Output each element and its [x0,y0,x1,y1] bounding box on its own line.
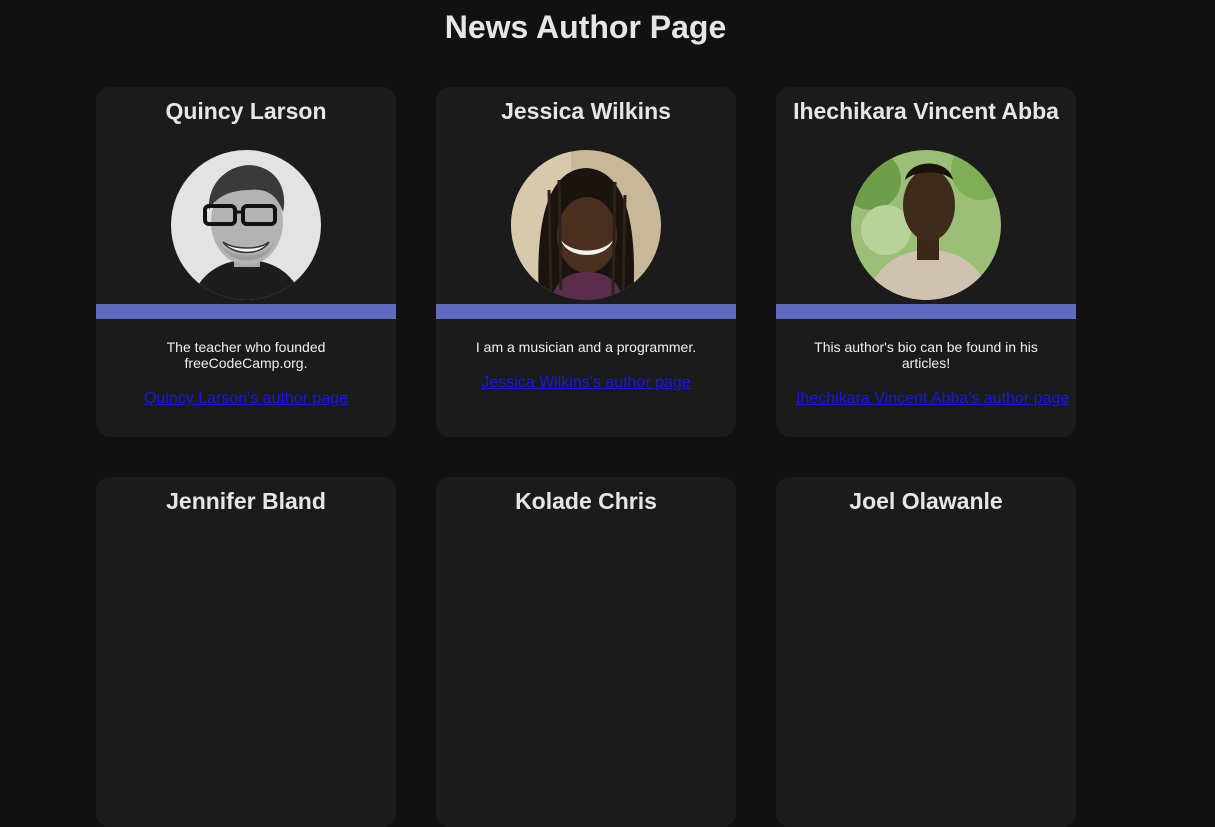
accent-bar [776,304,1076,319]
author-bio: The teacher who founded freeCodeCamp.org… [166,339,326,371]
author-bio-section: I am a musician and a programmer. Jessic… [456,339,716,391]
author-avatar [171,150,321,300]
author-page-link[interactable]: Ihechikara Vincent Abba's author page [796,391,1069,407]
author-name: Quincy Larson [165,98,327,124]
author-avatar [851,150,1001,300]
author-bio-section: This author's bio can be found in his ar… [796,339,1069,407]
author-card: Jessica Wilkins I am a musician and a pr… [436,87,736,437]
author-avatar [511,150,661,300]
author-name: Ihechikara Vincent Abba [793,98,1059,124]
author-card: Kolade Chris [436,477,736,827]
author-card: Ihechikara Vincent Abba This author's bi… [776,87,1076,437]
author-card: Joel Olawanle [776,477,1076,827]
author-bio-section: The teacher who founded freeCodeCamp.org… [116,339,376,407]
accent-bar [436,304,736,319]
author-page-link[interactable]: Quincy Larson's author page [116,391,376,407]
author-name: Jennifer Bland [166,488,326,514]
author-name: Kolade Chris [515,488,657,514]
author-name: Jessica Wilkins [501,98,671,124]
author-bio: This author's bio can be found in his ar… [814,339,1038,371]
author-name: Joel Olawanle [849,488,1003,514]
author-card: Jennifer Bland [96,477,396,827]
accent-bar [96,304,396,319]
author-card: Quincy Larson The teacher who founded fr… [96,87,396,437]
author-page-link[interactable]: Jessica Wilkins's author page [456,375,716,391]
author-bio: I am a musician and a programmer. [475,339,697,355]
page-title: News Author Page [444,9,727,45]
